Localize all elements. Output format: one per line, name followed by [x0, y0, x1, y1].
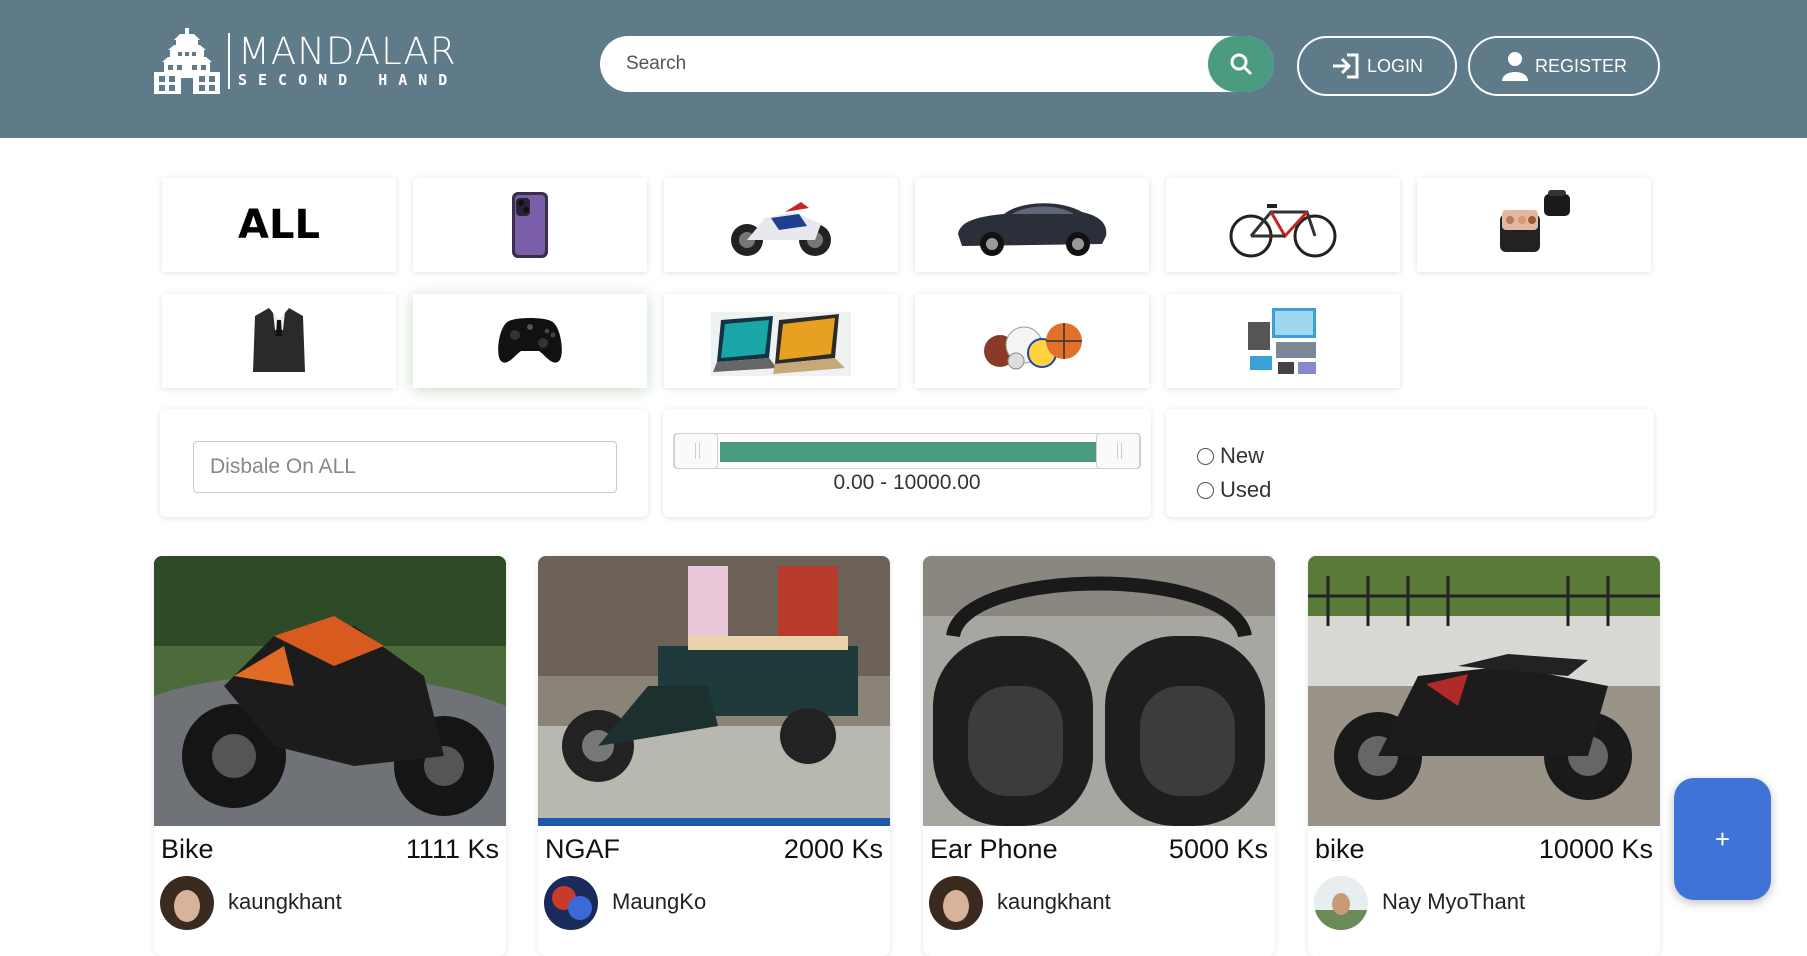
search-input[interactable] [626, 36, 1186, 92]
category-bicycles[interactable] [1166, 178, 1400, 272]
condition-option-used[interactable]: Used [1197, 477, 1271, 503]
brand-name: MANDALAR [238, 30, 457, 73]
category-filter-panel [160, 409, 648, 517]
seller-avatar[interactable] [1314, 876, 1368, 930]
product-image [923, 556, 1275, 826]
seller-avatar[interactable] [544, 876, 598, 930]
seller-avatar[interactable] [160, 876, 214, 930]
condition-option-new[interactable]: New [1197, 443, 1264, 469]
login-icon [1332, 53, 1359, 79]
product-title: Ear Phone [930, 834, 1058, 864]
pagoda-logo-icon [154, 28, 220, 94]
gamepad-icon [498, 318, 562, 363]
bicycle-icon [1229, 204, 1337, 258]
radio-new[interactable] [1197, 447, 1214, 465]
avatar-photo [1314, 876, 1368, 930]
suit-icon [253, 308, 305, 372]
category-all-label: ALL [238, 202, 320, 248]
category-motorbikes[interactable] [664, 178, 898, 272]
brand-text: MANDALAR SECOND HAND [228, 33, 458, 89]
motorbike-icon [731, 202, 831, 256]
smartphone-icon [512, 192, 548, 258]
register-label: REGISTER [1534, 55, 1627, 76]
car-icon [958, 203, 1107, 256]
condition-used-label: Used [1220, 477, 1272, 502]
electronics-icon [1248, 308, 1316, 374]
price-range-fill [720, 442, 1096, 462]
avatar-photo [160, 876, 214, 930]
search-bar [600, 36, 1274, 92]
category-cosmetics[interactable] [1417, 178, 1651, 272]
product-image [538, 556, 890, 826]
product-image [1308, 556, 1660, 826]
register-button[interactable]: REGISTER [1468, 36, 1660, 96]
price-min-handle[interactable] [674, 433, 718, 469]
product-title: Bike [161, 834, 214, 864]
header: MANDALAR SECOND HAND LOGIN REGISTER [0, 0, 1807, 138]
category-phones[interactable] [413, 178, 647, 272]
category-clothing[interactable] [162, 294, 396, 388]
category-sports[interactable] [915, 294, 1149, 388]
product-card[interactable]: bike 10000 Ks Nay MyoThant [1308, 556, 1660, 956]
search-button[interactable] [1208, 36, 1274, 92]
category-cars[interactable] [915, 178, 1149, 272]
radio-used[interactable] [1197, 481, 1214, 499]
login-button[interactable]: LOGIN [1297, 36, 1457, 96]
avatar-photo [544, 876, 598, 930]
category-filter-input[interactable] [193, 441, 617, 493]
login-label: LOGIN [1366, 55, 1423, 76]
product-price: 10000 Ks [1538, 834, 1653, 864]
price-range-label: 0.00 - 10000.00 [833, 471, 981, 494]
seller-name: kaungkhant [228, 889, 342, 914]
product-image [154, 556, 506, 826]
search-icon [1230, 53, 1252, 75]
condition-filter-panel: New Used [1166, 409, 1654, 517]
seller-name: kaungkhant [997, 889, 1111, 914]
seller-avatar[interactable] [929, 876, 983, 930]
user-icon [1501, 52, 1528, 81]
category-gaming[interactable] [413, 294, 647, 388]
price-range-slider[interactable] [673, 433, 1141, 469]
avatar-photo [929, 876, 983, 930]
product-card[interactable]: Bike 1111 Ks kaungkhant [154, 556, 506, 956]
price-range-panel: 0.00 - 10000.00 [663, 409, 1151, 517]
sports-balls-icon [984, 323, 1082, 370]
category-laptops[interactable] [664, 294, 898, 388]
cosmetic-bag-icon [1500, 190, 1570, 252]
plus-label: + [1714, 823, 1731, 854]
product-title: NGAF [545, 834, 621, 864]
product-price: 5000 Ks [1168, 834, 1268, 864]
seller-name: MaungKo [612, 889, 707, 914]
product-price: 2000 Ks [783, 834, 883, 864]
product-card[interactable]: Ear Phone 5000 Ks kaungkhant [923, 556, 1275, 956]
brand-logo[interactable]: MANDALAR SECOND HAND [154, 28, 458, 94]
product-card[interactable]: NGAF 2000 Ks MaungKo [538, 556, 890, 956]
seller-name: Nay MyoThant [1382, 889, 1526, 914]
add-product-button[interactable]: + [1674, 778, 1771, 900]
price-max-handle[interactable] [1096, 433, 1140, 469]
product-title: bike [1315, 834, 1365, 864]
laptop-icon [711, 312, 851, 376]
product-price: 1111 Ks [405, 834, 499, 864]
condition-new-label: New [1220, 443, 1265, 468]
brand-tagline: SECOND HAND [238, 71, 459, 89]
category-all[interactable]: ALL [162, 178, 396, 272]
category-electronics[interactable] [1166, 294, 1400, 388]
